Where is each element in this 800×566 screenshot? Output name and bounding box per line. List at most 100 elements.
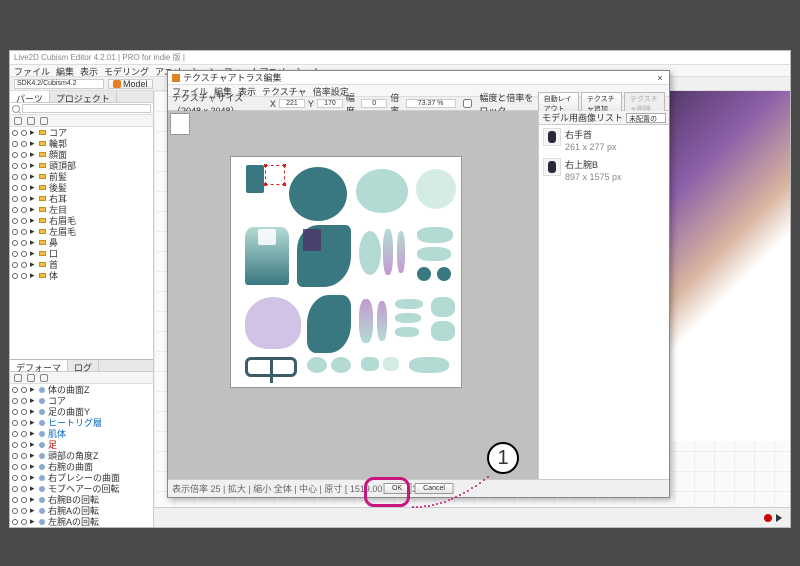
- model-button[interactable]: Model: [108, 79, 153, 89]
- tree-row[interactable]: ▸顔面: [10, 149, 153, 160]
- lock-toggle[interactable]: [21, 475, 27, 481]
- part-shape[interactable]: [258, 229, 276, 245]
- vis-toggle[interactable]: [12, 196, 18, 202]
- part-shape[interactable]: [303, 229, 321, 251]
- atlas-pane[interactable]: [168, 111, 539, 479]
- lock-toggle[interactable]: [21, 207, 27, 213]
- lock-toggle[interactable]: [21, 174, 27, 180]
- part-shape[interactable]: [431, 321, 455, 341]
- close-icon[interactable]: ×: [655, 73, 665, 83]
- lock-toggle[interactable]: [21, 442, 27, 448]
- opt-icon[interactable]: [40, 374, 48, 382]
- lock-toggle[interactable]: [21, 262, 27, 268]
- part-shape[interactable]: [377, 301, 387, 341]
- lock-toggle[interactable]: [21, 185, 27, 191]
- atlas-canvas[interactable]: [230, 156, 462, 388]
- lock-toggle[interactable]: [21, 163, 27, 169]
- tree-row[interactable]: ▸右耳: [10, 193, 153, 204]
- lock-toggle[interactable]: [21, 519, 27, 525]
- lock-toggle[interactable]: [21, 431, 27, 437]
- part-shape[interactable]: [356, 169, 408, 213]
- vis-toggle[interactable]: [12, 442, 18, 448]
- lock-toggle[interactable]: [21, 141, 27, 147]
- lock-toggle[interactable]: [21, 130, 27, 136]
- tree-row[interactable]: ▸後髪: [10, 182, 153, 193]
- part-shape[interactable]: [417, 247, 451, 261]
- list-item[interactable]: 右上腕B897 x 1575 px: [539, 155, 669, 185]
- tree-row[interactable]: ▸コア: [10, 127, 153, 138]
- atlas-thumb[interactable]: [170, 113, 190, 135]
- part-shape[interactable]: [289, 167, 347, 221]
- vis-toggle[interactable]: [12, 141, 18, 147]
- vis-toggle[interactable]: [12, 218, 18, 224]
- lock-toggle[interactable]: [21, 251, 27, 257]
- tab-project[interactable]: プロジェクト: [50, 91, 117, 102]
- search-input[interactable]: [22, 104, 151, 113]
- vis-toggle[interactable]: [12, 387, 18, 393]
- vis-toggle[interactable]: [12, 420, 18, 426]
- w-input[interactable]: [361, 99, 387, 108]
- part-shape[interactable]: [431, 297, 455, 317]
- path-field[interactable]: SDK4.2/Cubism4.2: [14, 79, 104, 89]
- part-shape[interactable]: [359, 299, 373, 343]
- tab-log[interactable]: ログ: [68, 360, 99, 371]
- deform-tabs[interactable]: デフォーマ ログ: [10, 360, 153, 372]
- tree-row[interactable]: ▸左眉毛: [10, 226, 153, 237]
- vis-toggle[interactable]: [12, 152, 18, 158]
- tab-deformer[interactable]: デフォーマ: [10, 360, 68, 371]
- tree-row[interactable]: ▸体の曲面Z: [10, 384, 153, 395]
- lock-toggle[interactable]: [21, 497, 27, 503]
- vis-toggle[interactable]: [12, 398, 18, 404]
- lock-toggle[interactable]: [21, 464, 27, 470]
- lock-icon[interactable]: [27, 374, 35, 382]
- vis-toggle[interactable]: [12, 240, 18, 246]
- play-icon[interactable]: [776, 514, 782, 522]
- tree-row[interactable]: ▸体: [10, 270, 153, 281]
- part-shape[interactable]: [307, 357, 327, 373]
- lock-toggle[interactable]: [21, 398, 27, 404]
- ok-button[interactable]: OK: [383, 483, 411, 494]
- tree-row[interactable]: ▸口: [10, 248, 153, 259]
- parts-tree[interactable]: ▸コア▸輪郭▸顔面▸頭頂部▸前髪▸後髪▸右耳▸左目▸右眉毛▸左眉毛▸鼻▸口▸首▸…: [10, 127, 153, 359]
- record-icon[interactable]: [764, 514, 772, 522]
- lock-toggle[interactable]: [21, 229, 27, 235]
- vis-toggle[interactable]: [12, 519, 18, 525]
- vis-toggle[interactable]: [12, 262, 18, 268]
- vis-icon[interactable]: [14, 374, 22, 382]
- part-shape[interactable]: [395, 313, 421, 323]
- tree-row[interactable]: ▸頭頂部: [10, 160, 153, 171]
- vis-toggle[interactable]: [12, 431, 18, 437]
- lock-toggle[interactable]: [21, 387, 27, 393]
- tree-row[interactable]: ▸鼻: [10, 237, 153, 248]
- part-shape[interactable]: [437, 267, 451, 281]
- lock-toggle[interactable]: [21, 273, 27, 279]
- vis-icon[interactable]: [14, 117, 22, 125]
- deform-tree[interactable]: ▸体の曲面Z▸コア▸足の曲面Y▸ヒートリグ層▸肌体▸足▸頭部の角度Z▸右腕の曲面…: [10, 384, 153, 527]
- vis-toggle[interactable]: [12, 508, 18, 514]
- tab-parts[interactable]: パーツ: [10, 91, 50, 102]
- vis-toggle[interactable]: [12, 229, 18, 235]
- lock-toggle[interactable]: [21, 453, 27, 459]
- lock-checkbox[interactable]: [459, 99, 477, 108]
- part-shape[interactable]: [417, 227, 453, 243]
- menu-item[interactable]: 倍率設定: [313, 85, 349, 96]
- opt-icon[interactable]: [40, 117, 48, 125]
- vis-toggle[interactable]: [12, 475, 18, 481]
- menu-item[interactable]: モデリング: [104, 65, 149, 76]
- lock-toggle[interactable]: [21, 196, 27, 202]
- part-shape[interactable]: [246, 165, 264, 193]
- vis-toggle[interactable]: [12, 185, 18, 191]
- part-shape[interactable]: [331, 357, 351, 373]
- vis-toggle[interactable]: [12, 464, 18, 470]
- selection-handles[interactable]: [265, 165, 285, 185]
- tree-row[interactable]: ▸左腕Aの回転: [10, 516, 153, 527]
- vis-toggle[interactable]: [12, 453, 18, 459]
- part-shape[interactable]: [359, 231, 381, 275]
- tree-row[interactable]: ▸前髪: [10, 171, 153, 182]
- lock-toggle[interactable]: [21, 508, 27, 514]
- menu-item[interactable]: テクスチャ: [262, 85, 307, 96]
- tree-row[interactable]: ▸肌体: [10, 428, 153, 439]
- part-shape[interactable]: [397, 231, 405, 273]
- r-input[interactable]: [406, 99, 456, 108]
- lock-toggle[interactable]: [21, 218, 27, 224]
